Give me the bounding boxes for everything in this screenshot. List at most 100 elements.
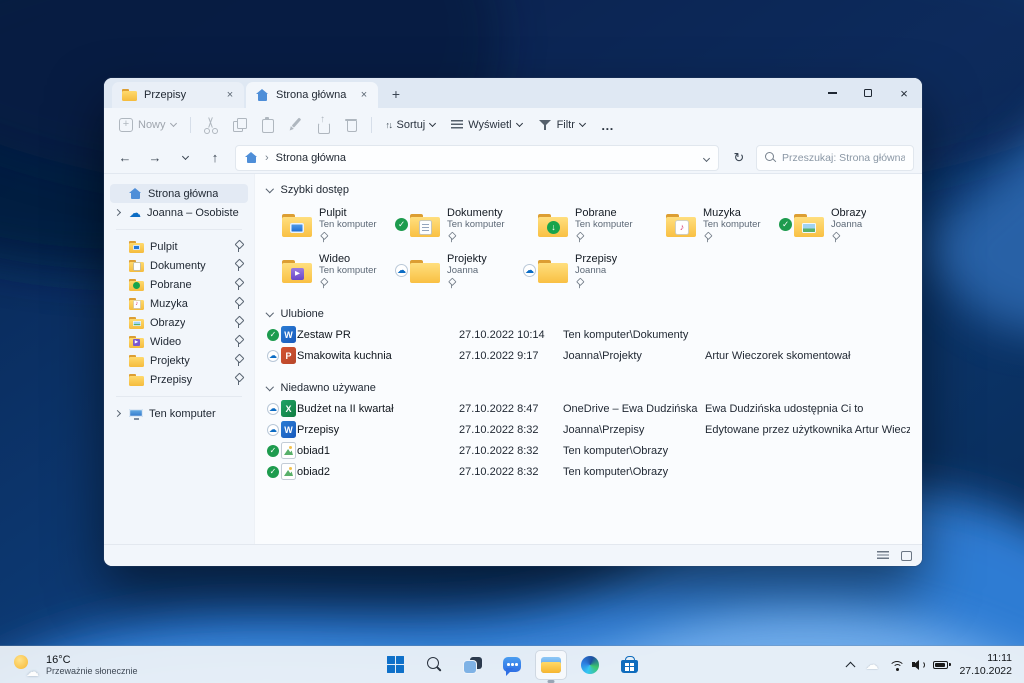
image-file-icon (281, 442, 296, 459)
sort-button[interactable]: ↑↓ Sortuj (379, 112, 443, 138)
tile-location: Joanna (575, 266, 617, 276)
start-button[interactable] (379, 650, 411, 680)
chevron-slot (112, 188, 123, 199)
chevron-down-icon (266, 185, 274, 193)
sidebar-item-pobrane[interactable]: Pobrane (110, 275, 248, 294)
more-options-button[interactable]: … (594, 112, 622, 138)
chevron-down-icon (181, 152, 188, 159)
chat-button[interactable] (496, 650, 528, 680)
tab-strona-glowna[interactable]: Strona główna × (246, 82, 378, 108)
section-header-recent[interactable]: Niedawno używane (267, 378, 910, 398)
sidebar-item-obrazy[interactable]: Obrazy (110, 313, 248, 332)
sidebar-item-projekty[interactable]: Projekty (110, 351, 248, 370)
breadcrumb[interactable]: Strona główna (276, 152, 346, 164)
chevron-slot (112, 374, 123, 385)
hidden-icons-button[interactable] (847, 661, 854, 668)
tab-close-icon[interactable]: × (222, 87, 238, 103)
tile-przepisy[interactable]: ☁ Przepisy Joanna (523, 248, 651, 294)
desktop: Przepisy × Strona główna × + × + Nowy (0, 0, 1024, 683)
filter-button[interactable]: Filtr (531, 112, 592, 138)
view-button[interactable]: Wyświetl (444, 112, 528, 138)
refresh-button[interactable]: ↻ (726, 145, 752, 171)
search-input[interactable] (782, 152, 905, 164)
new-button-label: Nowy (138, 119, 166, 131)
search-button[interactable] (418, 650, 450, 680)
back-button[interactable]: ← (112, 145, 138, 171)
address-bar[interactable]: › Strona główna (235, 145, 719, 171)
section-header-favorites[interactable]: Ulubione (267, 304, 910, 324)
cut-button[interactable] (198, 112, 224, 138)
copy-button[interactable] (226, 112, 252, 138)
tile-pulpit[interactable]: Pulpit Ten komputer (267, 202, 395, 248)
cloud-status-icon: ☁ (395, 264, 408, 277)
file-location: OneDrive – Ewa Dudzińska (563, 403, 705, 415)
sidebar-divider (116, 229, 242, 230)
file-row-przepisy[interactable]: ☁ Przepisy 27.10.2022 8:32 Joanna\Przepi… (267, 419, 910, 440)
weather-widget[interactable]: 16°C Przeważnie słonecznie (0, 646, 150, 683)
task-view-button[interactable] (457, 650, 489, 680)
edge-button[interactable] (574, 650, 606, 680)
tile-muzyka[interactable]: Muzyka Ten komputer (651, 202, 779, 248)
sidebar-item-dokumenty[interactable]: Dokumenty (110, 256, 248, 275)
network-volume-battery-button[interactable] (889, 659, 948, 671)
paste-button[interactable] (254, 112, 280, 138)
section-header-quick-access[interactable]: Szybki dostęp (267, 180, 910, 200)
file-date: 27.10.2022 8:32 (459, 445, 563, 457)
delete-button[interactable] (338, 112, 364, 138)
tile-wideo[interactable]: Wideo Ten komputer (267, 248, 395, 294)
navigation-pane: Strona główna ☁ Joanna – Osobiste Pulpit (104, 174, 254, 544)
cloud-status-icon: ☁ (267, 424, 279, 436)
forward-button[interactable]: → (142, 145, 168, 171)
large-thumbnails-toggle[interactable] (901, 551, 912, 561)
tab-przepisy[interactable]: Przepisy × (112, 82, 244, 108)
folder-downloads-icon (538, 213, 568, 238)
tile-obrazy[interactable]: ✓ Obrazy Joanna (779, 202, 907, 248)
sidebar-item-przepisy[interactable]: Przepisy (110, 370, 248, 389)
file-row-zestaw-pr[interactable]: ✓ Zestaw PR 27.10.2022 10:14 Ten kompute… (267, 324, 910, 345)
tab-close-icon[interactable]: × (356, 87, 372, 103)
clock[interactable]: 11:11 27.10.2022 (959, 652, 1012, 677)
file-row-budzet[interactable]: ☁ Budżet na II kwartał 27.10.2022 8:47 O… (267, 398, 910, 419)
file-explorer-button[interactable] (535, 650, 567, 680)
taskbar-center (379, 646, 645, 683)
system-tray: ☁ 11:11 27.10.2022 (847, 646, 1024, 683)
maximize-button[interactable] (850, 78, 886, 108)
address-dropdown-icon[interactable] (704, 152, 709, 164)
sidebar-item-pulpit[interactable]: Pulpit (110, 237, 248, 256)
sidebar-item-home[interactable]: Strona główna (110, 184, 248, 203)
wifi-icon (889, 659, 905, 671)
view-button-label: Wyświetl (468, 119, 511, 131)
sidebar-item-this-pc[interactable]: Ten komputer (110, 404, 248, 423)
sidebar-item-muzyka[interactable]: Muzyka (110, 294, 248, 313)
filter-icon (538, 118, 552, 132)
new-tab-button[interactable]: + (384, 82, 408, 106)
rename-button[interactable] (282, 112, 308, 138)
battery-icon (933, 661, 948, 669)
minimize-button[interactable] (814, 78, 850, 108)
command-bar: + Nowy ↑↓ Sortuj Wyświetl (104, 108, 922, 142)
pin-icon (234, 374, 243, 385)
up-button[interactable]: ↑ (202, 145, 228, 171)
tile-projekty[interactable]: ☁ Projekty Joanna (395, 248, 523, 294)
details-view-toggle[interactable] (877, 551, 889, 561)
new-button[interactable]: + Nowy (112, 112, 183, 138)
file-row-smakowita-kuchnia[interactable]: ☁ Smakowita kuchnia 27.10.2022 9:17 Joan… (267, 345, 910, 366)
sidebar-item-onedrive[interactable]: ☁ Joanna – Osobiste (110, 203, 248, 222)
window-body: Strona główna ☁ Joanna – Osobiste Pulpit (104, 174, 922, 544)
chevron-right-icon[interactable] (114, 209, 121, 216)
close-button[interactable]: × (886, 78, 922, 108)
sidebar-item-wideo[interactable]: Wideo (110, 332, 248, 351)
recent-locations-button[interactable] (172, 145, 198, 171)
tile-location: Ten komputer (703, 220, 761, 230)
file-row-obiad2[interactable]: ✓ obiad2 27.10.2022 8:32 Ten komputer\Ob… (267, 461, 910, 482)
tile-dokumenty[interactable]: ✓ Dokumenty Ten komputer (395, 202, 523, 248)
file-row-obiad1[interactable]: ✓ obiad1 27.10.2022 8:32 Ten komputer\Ob… (267, 440, 910, 461)
search-box[interactable] (756, 145, 914, 171)
store-button[interactable] (613, 650, 645, 680)
synced-status-icon: ✓ (395, 218, 408, 231)
share-button[interactable] (310, 112, 336, 138)
chevron-right-icon[interactable] (114, 410, 121, 417)
tile-pobrane[interactable]: Pobrane Ten komputer (523, 202, 651, 248)
onedrive-tray-button[interactable]: ☁ (865, 656, 878, 674)
clock-time: 11:11 (987, 652, 1012, 665)
